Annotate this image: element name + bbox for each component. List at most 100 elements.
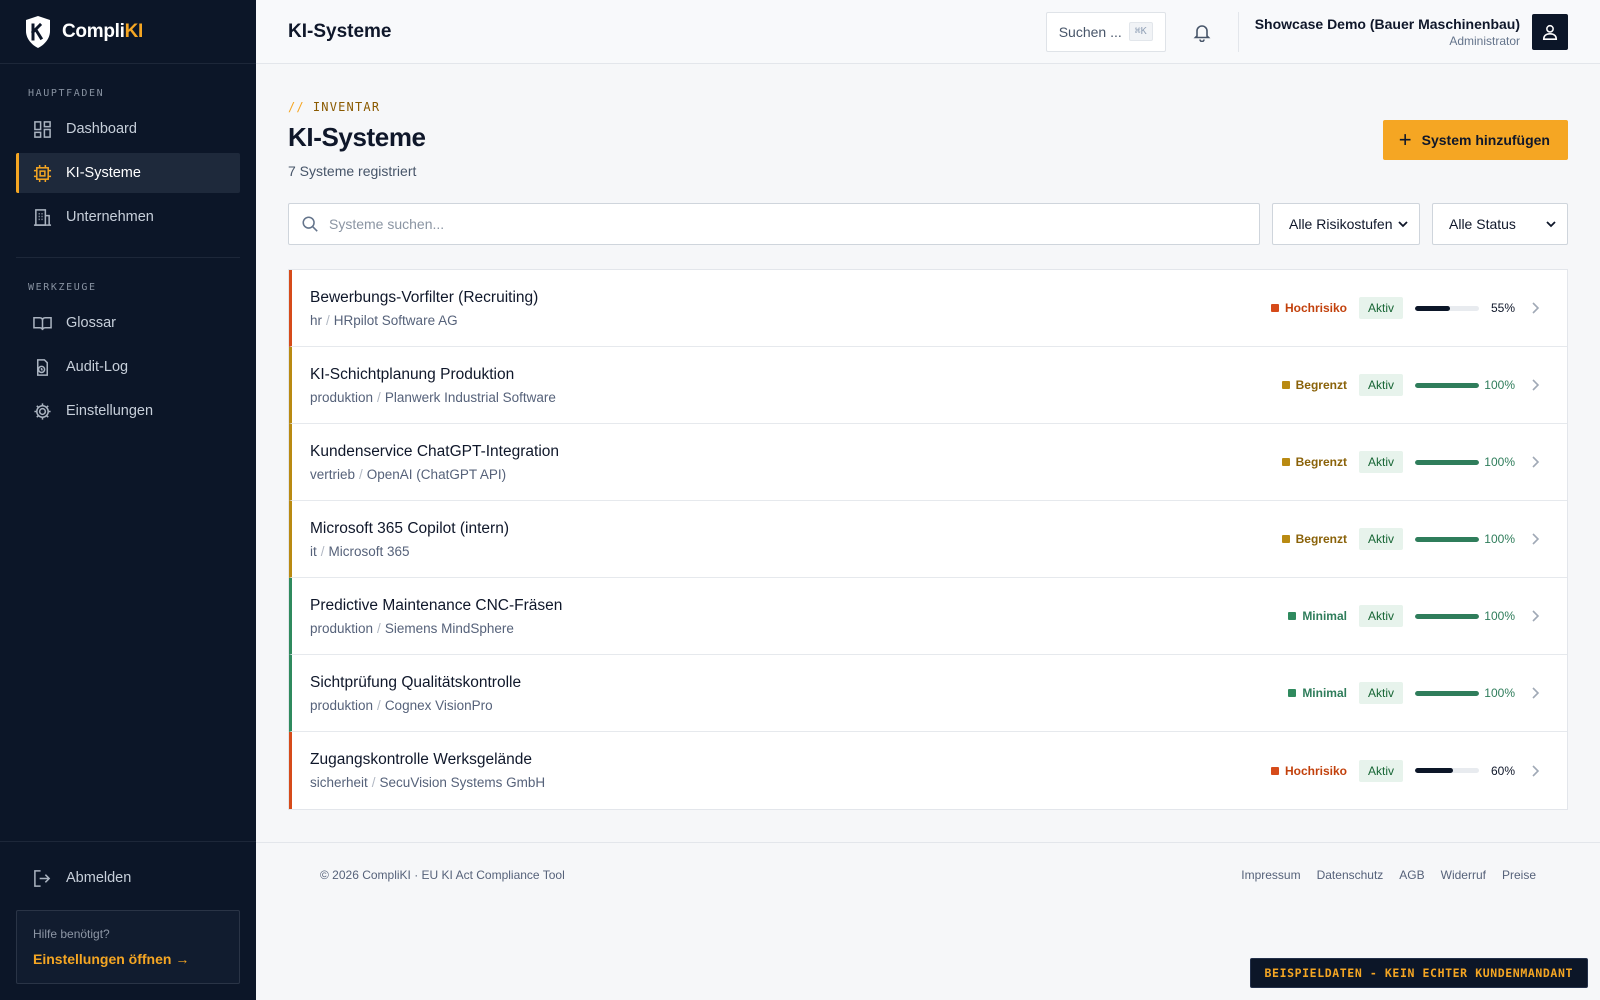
progress-fill — [1415, 768, 1454, 773]
system-row[interactable]: Zugangskontrolle Werksgelände sicherheit… — [289, 732, 1567, 809]
risk-indicator-icon — [1281, 535, 1290, 543]
chevron-down-icon — [1398, 221, 1408, 228]
sidebar-item-audit-log[interactable]: Audit-Log — [16, 347, 240, 387]
system-row[interactable]: Bewerbungs-Vorfilter (Recruiting) hr / HRp… — [289, 270, 1567, 347]
system-vendor: Microsoft 365 — [328, 543, 410, 559]
sidebar-item-unternehmen[interactable]: Unternehmen — [16, 197, 240, 237]
footer-link-widerruf[interactable]: Widerruf — [1441, 868, 1486, 882]
system-row-text: Microsoft 365 Copilot (intern) it / Micros… — [310, 520, 509, 559]
nav-section-title: WERKZEUGE — [28, 282, 97, 293]
chevron-right-icon — [1529, 455, 1541, 469]
sidebar-item-label: Audit-Log — [66, 359, 129, 375]
search-input[interactable] — [329, 216, 1247, 232]
user-role: Administrator — [1449, 33, 1520, 48]
global-search-label: Suchen ... — [1058, 23, 1122, 40]
brand[interactable]: CompliKI — [0, 0, 256, 64]
footer-copyright: © 2026 CompliKI · EU KI Act Compliance T… — [320, 867, 565, 882]
bell-icon — [1193, 24, 1211, 42]
sidebar-item-ki-systeme[interactable]: KI-Systeme — [16, 153, 240, 193]
chevron-right-icon — [1529, 609, 1541, 623]
sidebar-item-label: Glossar — [66, 315, 116, 331]
search-icon — [302, 216, 318, 232]
progress-fill — [1415, 382, 1479, 388]
system-row[interactable]: Predictive Maintenance CNC-Fräsen produk… — [289, 578, 1567, 655]
progress-fill — [1415, 305, 1451, 311]
system-vendor: SecuVision Systems GmbH — [379, 775, 546, 790]
risk-badge: Minimal — [1288, 609, 1347, 623]
risk-label: Begrenzt — [1295, 378, 1347, 392]
risk-badge: Begrenzt — [1281, 378, 1347, 392]
chevron-down-icon — [1546, 221, 1556, 228]
audit-log-icon — [32, 357, 52, 377]
system-row-meta: Hochrisiko Aktiv 60% — [1270, 759, 1541, 782]
separator: / — [377, 697, 381, 713]
logout-button[interactable]: Abmelden — [16, 858, 240, 898]
system-name: Predictive Maintenance CNC-Fräsen — [310, 596, 563, 614]
risk-filter-select[interactable]: Alle Risikostufen — [1272, 203, 1420, 245]
topbar-divider — [1237, 11, 1239, 52]
sidebar-item-label: Einstellungen — [66, 403, 154, 419]
compliance-progress-bar — [1415, 536, 1479, 542]
dashboard-icon — [32, 119, 52, 139]
shield-logo-icon — [26, 15, 50, 48]
risk-indicator-icon — [1281, 381, 1290, 389]
sidebar-item-label: Unternehmen — [66, 209, 154, 225]
status-badge: Aktiv — [1358, 451, 1403, 473]
chevron-right-icon — [1529, 301, 1541, 315]
system-department: produktion — [310, 620, 374, 636]
system-meta: hr / HRpilot Software AG — [310, 313, 538, 328]
system-name: KI-Schichtplanung Produktion — [310, 365, 515, 383]
help-question: Hilfe benötigt? — [33, 927, 110, 941]
risk-label: Minimal — [1302, 686, 1347, 700]
risk-badge: Hochrisiko — [1270, 301, 1347, 315]
system-meta: it / Microsoft 365 — [310, 544, 509, 559]
sidebar-item-glossar[interactable]: Glossar — [16, 303, 240, 343]
progress-percent: 100% — [1484, 455, 1515, 469]
system-department: hr — [310, 312, 323, 328]
system-row[interactable]: Kundenservice ChatGPT-Integration vertri… — [289, 424, 1567, 501]
add-system-button[interactable]: + System hinzufügen — [1382, 120, 1568, 160]
system-vendor: OpenAI (ChatGPT API) — [366, 466, 507, 482]
avatar[interactable] — [1532, 13, 1568, 50]
system-row[interactable]: Microsoft 365 Copilot (intern) it / Micros… — [289, 501, 1567, 578]
chevron-right-icon — [1529, 686, 1541, 700]
separator: / — [377, 620, 381, 636]
status-filter-select[interactable]: Alle Status — [1432, 203, 1568, 245]
compliance-progress-bar — [1415, 305, 1479, 311]
compliance-progress-bar — [1415, 613, 1479, 619]
system-row-text: Zugangskontrolle Werksgelände sicherheit… — [310, 751, 545, 790]
risk-label: Hochrisiko — [1284, 763, 1347, 778]
progress-percent: 100% — [1484, 609, 1515, 623]
add-system-label: System hinzufügen — [1421, 132, 1550, 148]
footer-link-impressum[interactable]: Impressum — [1241, 868, 1300, 882]
footer-link-agb[interactable]: AGB — [1399, 868, 1424, 882]
open-settings-link[interactable]: Einstellungen öffnen → — [33, 951, 223, 967]
system-row[interactable]: KI-Schichtplanung Produktion produktion /… — [289, 347, 1567, 424]
progress-percent: 55% — [1490, 301, 1515, 315]
system-meta: sicherheit / SecuVision Systems GmbH — [310, 775, 545, 790]
notifications-button[interactable] — [1182, 12, 1222, 52]
filters: Alle Risikostufen Alle Status — [288, 203, 1568, 245]
progress-fill — [1415, 536, 1479, 542]
content: //INVENTAR KI-Systeme 7 Systeme registri… — [256, 64, 1600, 810]
footer-link-datenschutz[interactable]: Datenschutz — [1317, 868, 1384, 882]
footer-links: Impressum Datenschutz AGB Widerruf Preis… — [1241, 868, 1536, 882]
system-row-meta: Minimal Aktiv 100% — [1288, 605, 1541, 627]
status-badge: Aktiv — [1358, 759, 1403, 782]
gear-icon — [32, 401, 52, 421]
eyebrow: //INVENTAR — [288, 100, 381, 114]
progress-percent: 60% — [1490, 763, 1515, 778]
sidebar-item-einstellungen[interactable]: Einstellungen — [16, 391, 240, 431]
risk-label: Hochrisiko — [1284, 301, 1347, 315]
sidebar-item-dashboard[interactable]: Dashboard — [16, 109, 240, 149]
page-title: KI-Systeme — [288, 122, 426, 152]
main: KI-Systeme Suchen ... ⌘K Showcase Demo (… — [256, 0, 1600, 1000]
sidebar-item-label: Dashboard — [66, 121, 137, 137]
system-row[interactable]: Sichtprüfung Qualitätskontrolle produkti… — [289, 655, 1567, 732]
footer-link-preise[interactable]: Preise — [1502, 868, 1536, 882]
global-search-button[interactable]: Suchen ... ⌘K — [1045, 11, 1166, 52]
risk-label: Minimal — [1302, 609, 1347, 623]
nav-section-main: HAUPTFADEN Dashboard KI-Systeme Unterneh… — [0, 64, 256, 241]
system-list: Bewerbungs-Vorfilter (Recruiting) hr / HRp… — [288, 269, 1568, 810]
risk-badge: Minimal — [1288, 686, 1347, 700]
